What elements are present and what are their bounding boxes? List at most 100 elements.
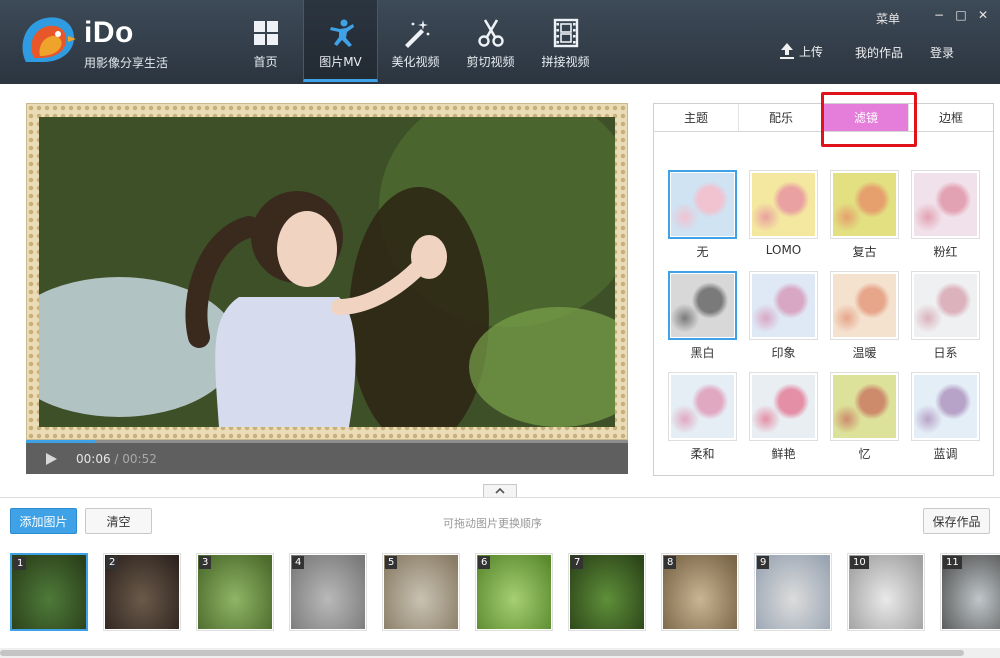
thumbnail-number: 1	[14, 557, 27, 570]
image-thumbnail[interactable]: 3	[196, 553, 274, 631]
thumbnail-number: 4	[292, 556, 305, 569]
image-thumbnail[interactable]: 7	[568, 553, 646, 631]
time-separator: /	[110, 451, 123, 466]
drag-reorder-hint: 可拖动图片更换顺序	[443, 517, 542, 530]
scrollbar-thumb[interactable]	[0, 650, 964, 656]
filter-label: 蓝调	[933, 447, 958, 461]
nav-cut-video[interactable]: 剪切视频	[453, 0, 528, 82]
clear-button[interactable]: 清空	[85, 508, 152, 534]
filter-grid: 无 LOMO 复古 粉红黑白 印象 温暖 日系柔和 鲜艳 忆 蓝调	[668, 170, 980, 461]
upload-button[interactable]: 上传	[779, 42, 823, 60]
play-icon[interactable]	[44, 452, 58, 466]
nav-photo-mv[interactable]: 图片MV	[303, 0, 378, 82]
filter-item[interactable]: 复古	[830, 170, 899, 259]
app-slogan: 用影像分享生活	[84, 56, 169, 70]
filter-preview-image	[752, 375, 815, 438]
filter-preview-image	[833, 173, 896, 236]
dancer-icon	[329, 19, 354, 47]
tab-border[interactable]: 边框	[909, 104, 993, 131]
preview-photo-scene	[39, 117, 615, 427]
filter-label: 温暖	[852, 346, 877, 360]
login-link[interactable]: 登录	[930, 44, 954, 61]
preview-image	[39, 117, 615, 427]
filter-item[interactable]: 印象	[749, 271, 818, 360]
filter-label: 柔和	[690, 447, 715, 461]
image-thumbnail[interactable]: 1	[10, 553, 88, 631]
top-bar: iDo 用影像分享生活 首页 图片MV 美化视频 剪切视频 拼接视频 菜单 − …	[0, 0, 1000, 84]
section-divider	[0, 497, 1000, 498]
minimize-button[interactable]: −	[932, 8, 946, 22]
window-menu-button[interactable]: 菜单	[876, 10, 900, 27]
collapse-toggle-button[interactable]	[483, 484, 517, 498]
nav-join-video[interactable]: 拼接视频	[528, 0, 603, 82]
image-thumbnail[interactable]: 4	[289, 553, 367, 631]
filter-item[interactable]: 日系	[911, 271, 980, 360]
upload-label: 上传	[799, 44, 824, 59]
filter-thumbnail	[830, 271, 899, 340]
filter-thumbnail	[749, 372, 818, 441]
maximize-button[interactable]: □	[954, 8, 968, 22]
filter-preview-image	[671, 173, 734, 236]
filter-thumbnail	[668, 372, 737, 441]
tab-theme[interactable]: 主题	[654, 104, 739, 131]
filter-thumbnail	[830, 372, 899, 441]
add-image-button[interactable]: 添加图片	[10, 508, 77, 534]
image-thumbnail[interactable]: 9	[754, 553, 832, 631]
ido-bird-logo-icon	[22, 17, 76, 63]
thumbnail-number: 5	[385, 556, 398, 569]
thumbnail-number: 6	[478, 556, 491, 569]
filter-label: LOMO	[765, 243, 802, 257]
image-thumbnail[interactable]: 8	[661, 553, 739, 631]
save-work-button[interactable]: 保存作品	[923, 508, 990, 534]
filter-label: 印象	[771, 346, 796, 360]
filter-thumbnail	[668, 271, 737, 340]
filter-preview-image	[671, 274, 734, 337]
thumbnail-number: 2	[106, 556, 119, 569]
total-time: 00:52	[122, 451, 157, 466]
filter-item[interactable]: LOMO	[749, 170, 818, 259]
chevron-up-icon	[495, 488, 505, 494]
filter-preview-image	[671, 375, 734, 438]
grid-icon	[253, 21, 278, 45]
filter-thumbnail	[911, 170, 980, 239]
filter-thumbnail	[749, 271, 818, 340]
filter-item[interactable]: 粉红	[911, 170, 980, 259]
filter-item[interactable]: 鲜艳	[749, 372, 818, 461]
filter-item[interactable]: 柔和	[668, 372, 737, 461]
horizontal-scrollbar[interactable]	[0, 648, 1000, 658]
close-button[interactable]: ✕	[976, 8, 990, 22]
image-thumbnail[interactable]: 11	[940, 553, 1000, 631]
image-thumbnail[interactable]: 2	[103, 553, 181, 631]
effects-panel: 主题 配乐 滤镜 边框 无 LOMO 复古 粉红 黑白 印象 温暖 日系 柔和 鲜艳忆蓝调	[653, 92, 994, 476]
thumbnail-number: 8	[664, 556, 677, 569]
tab-music[interactable]: 配乐	[739, 104, 824, 131]
filter-item[interactable]: 无	[668, 170, 737, 259]
filter-item[interactable]: 黑白	[668, 271, 737, 360]
filter-thumbnail	[911, 271, 980, 340]
time-display: 00:06 / 00:52	[76, 452, 157, 466]
nav-beautify-video[interactable]: 美化视频	[378, 0, 453, 82]
filter-label: 复古	[852, 245, 877, 259]
nav-home[interactable]: 首页	[228, 0, 303, 82]
filter-preview-image	[833, 375, 896, 438]
filter-preview-image	[833, 274, 896, 337]
film-icon	[553, 18, 578, 48]
upload-icon	[780, 43, 794, 59]
thumbnail-number: 11	[943, 556, 962, 569]
image-thumbnail[interactable]: 10	[847, 553, 925, 631]
magic-wand-icon	[404, 20, 429, 48]
filter-label: 鲜艳	[771, 447, 796, 461]
filter-item[interactable]: 温暖	[830, 271, 899, 360]
image-strip: 1 2 3 4 5 6 7 8 9 10 11	[10, 553, 1000, 631]
nav-beautify-video-label: 美化视频	[391, 55, 440, 69]
nav-join-video-label: 拼接视频	[541, 55, 590, 69]
image-thumbnail[interactable]: 6	[475, 553, 553, 631]
thumbnail-number: 9	[757, 556, 770, 569]
player-controls: 00:06 / 00:52	[26, 443, 628, 474]
filter-item[interactable]: 忆	[830, 372, 899, 461]
my-works-link[interactable]: 我的作品	[855, 44, 903, 61]
filter-label: 粉红	[933, 245, 958, 259]
filter-item[interactable]: 蓝调	[911, 372, 980, 461]
current-time: 00:06	[76, 451, 111, 466]
image-thumbnail[interactable]: 5	[382, 553, 460, 631]
